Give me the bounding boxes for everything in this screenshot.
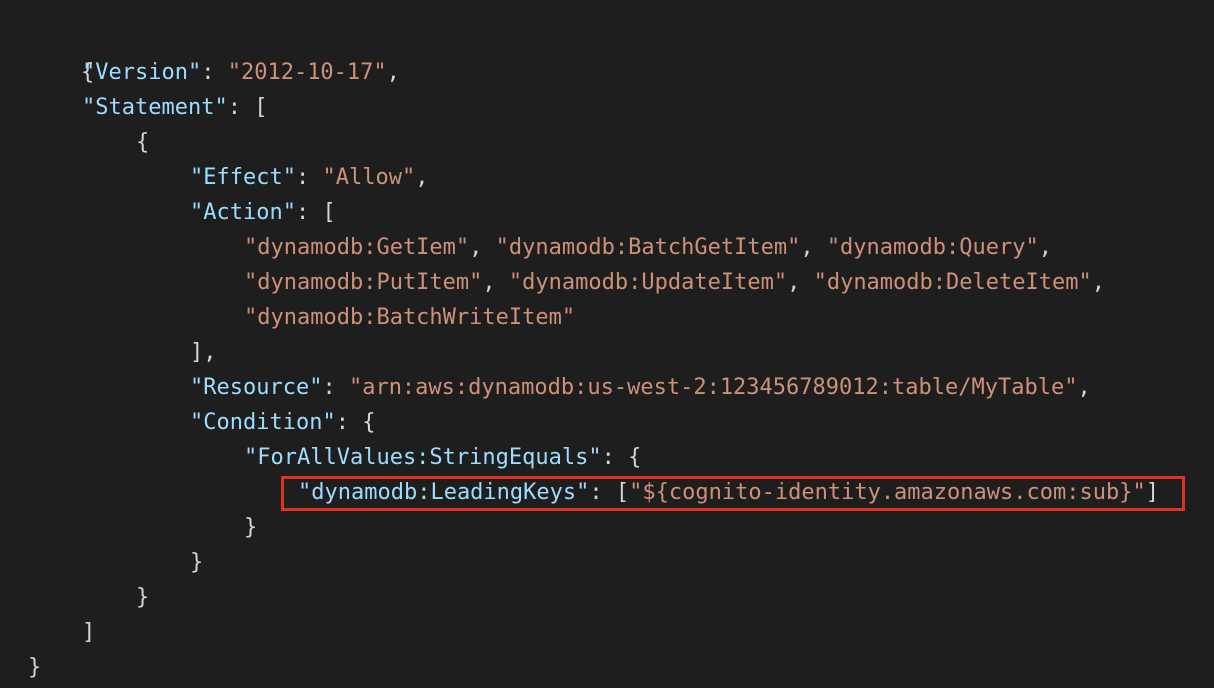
code-line-8: "dynamodb:PutItem", "dynamodb:UpdateItem… [244,266,1105,300]
effect-key: "Effect" [190,165,296,190]
colon: : [201,60,228,85]
comma: , [482,270,509,295]
close-bracket: ] [1145,480,1159,505]
resource-key: "Resource" [190,375,323,400]
code-line-19: } [28,651,41,685]
statement-object-close: } [136,585,150,610]
action-open-bracket: [ [322,200,336,225]
code-line-2: "Version": "2012-10-17", [82,56,400,90]
code-line-16: } [190,546,203,580]
action-key: "Action" [190,200,296,225]
forallvalues-close-brace: } [244,515,258,540]
statement-close-bracket: ] [82,620,96,645]
action-item: "dynamodb:UpdateItem" [508,270,788,295]
code-line-9: "dynamodb:BatchWriteItem" [244,301,575,335]
version-key: "Version" [82,60,202,85]
colon: : [589,480,616,505]
code-line-3: "Statement": [ [82,91,267,125]
root-close-brace: } [28,655,42,680]
code-editor: { "Version": "2012-10-17", "Statement": … [0,0,1214,688]
leading-keys-key: "dynamodb:LeadingKeys" [298,480,590,505]
code-line-18: ] [82,616,95,650]
comma: , [1091,270,1105,295]
code-line-17: } [136,581,149,615]
action-item: "dynamodb:BatchGetItem" [495,235,801,260]
code-line-13: "ForAllValues:StringEquals": { [244,441,641,475]
colon: : [322,375,349,400]
comma: , [386,60,400,85]
comma: , [1077,375,1091,400]
colon: : [601,445,629,470]
action-item: "dynamodb:PutItem" [244,270,483,295]
comma: , [800,235,827,260]
open-bracket: [ [615,480,630,505]
condition-key: "Condition" [190,410,336,435]
colon: : [335,410,363,435]
action-item: "dynamodb:DeleteItem" [813,270,1092,295]
forallvalues-open-brace: { [628,445,642,470]
action-item: "dynamodb:Query" [826,235,1039,260]
condition-open-brace: { [362,410,376,435]
version-value: "2012-10-17" [227,60,387,85]
action-item: "dynamodb:BatchWriteItem" [244,305,576,330]
code-line-6: "Action": [ [190,196,336,230]
comma: , [415,165,429,190]
code-line-4: { [136,126,149,160]
colon: : [295,165,323,190]
action-close-bracket: ], [190,340,217,365]
code-line-12: "Condition": { [190,406,375,440]
statement-open-bracket: [ [254,95,268,120]
colon: : [295,200,323,225]
code-line-15: } [244,511,257,545]
resource-value: "arn:aws:dynamodb:us-west-2:123456789012… [348,375,1078,400]
code-line-11: "Resource": "arn:aws:dynamodb:us-west-2:… [190,371,1091,405]
comma: , [787,270,814,295]
leading-keys-value: "${cognito-identity.amazonaws.com:sub}" [629,480,1146,505]
forallvalues-key: "ForAllValues:StringEquals" [244,445,602,470]
statement-key: "Statement" [82,95,228,120]
comma: , [469,235,496,260]
action-item: "dynamodb:GetIem" [244,235,470,260]
colon: : [227,95,255,120]
condition-close-brace: } [190,550,204,575]
code-line-10: ], [190,336,217,370]
comma: , [1038,235,1052,260]
effect-value: "Allow" [322,165,416,190]
code-line-14: "dynamodb:LeadingKeys": ["${cognito-iden… [298,476,1159,510]
code-line-5: "Effect": "Allow", [190,161,428,195]
code-line-1: { [28,22,94,85]
statement-object-open: { [136,130,150,155]
code-line-7: "dynamodb:GetIem", "dynamodb:BatchGetIte… [244,231,1052,265]
